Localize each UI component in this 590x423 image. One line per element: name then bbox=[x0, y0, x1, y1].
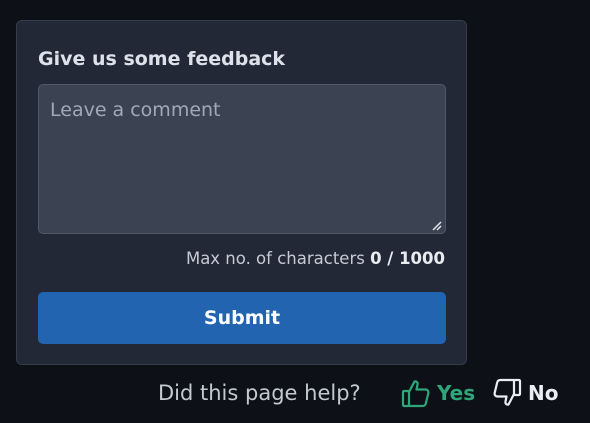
feedback-title: Give us some feedback bbox=[38, 48, 286, 70]
character-counter-label: Max no. of characters bbox=[185, 249, 365, 268]
thumbs-down-icon bbox=[493, 378, 522, 406]
comment-textarea[interactable] bbox=[38, 84, 446, 234]
yes-label: Yes bbox=[437, 381, 476, 405]
page: Give us some feedback Max no. of charact… bbox=[0, 0, 590, 423]
page-helpful-row: Did this page help? Yes No bbox=[158, 376, 578, 410]
submit-button[interactable]: Submit bbox=[38, 292, 446, 344]
no-label: No bbox=[528, 381, 559, 405]
yes-button[interactable]: Yes bbox=[400, 376, 475, 410]
character-counter-value: 0 / 1000 bbox=[370, 249, 445, 268]
character-counter: Max no. of characters 0 / 1000 bbox=[186, 248, 445, 270]
feedback-form: Give us some feedback Max no. of charact… bbox=[16, 20, 467, 365]
thumbs-up-icon bbox=[401, 380, 430, 408]
helpful-question: Did this page help? bbox=[158, 381, 361, 405]
resize-handle-icon[interactable] bbox=[430, 219, 442, 231]
no-button[interactable]: No bbox=[491, 376, 558, 410]
